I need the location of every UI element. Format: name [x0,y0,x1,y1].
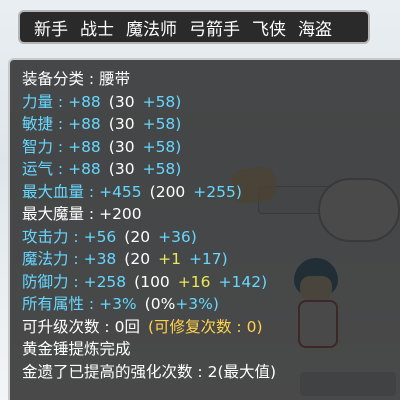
tab-warrior[interactable]: 战士 [80,15,114,40]
stat-name: 智力 : [22,137,69,156]
stat-total: +455 [99,182,142,201]
stat-star-bonus: +16 [177,272,211,291]
stat-bonus: +36) [158,227,197,246]
stat-name: 敏捷 : [22,115,69,133]
tab-magician[interactable]: 魔法师 [126,15,177,40]
stat-total: +88 [68,115,101,133]
stat-row-max-hp: 最大血量 : +455 (200 +255) [22,181,400,204]
tab-archer[interactable]: 弓箭手 [189,15,240,40]
stat-name: 所有属性 : [22,295,100,313]
repair-note: (可修复次数 : 0) [147,317,263,336]
stat-base: (30 [108,92,135,111]
category-row: 装备分类 : 腰带 [22,68,400,91]
stat-name: 最大血量 : [22,182,100,201]
stat-base: (0% [144,295,176,313]
hammer-row: 黄金锤提炼完成 [22,338,400,361]
stat-row-dex: 敏捷 : +88 (30 +58) [22,113,400,136]
stat-total: +258 [83,272,127,291]
stat-name: 运气 : [22,160,69,178]
tab-beginner[interactable]: 新手 [34,15,68,40]
stat-row-all-stats: 所有属性 : +3% (0%+3%) [22,293,400,316]
stat-name: 防御力 : [22,272,84,291]
enhance-row: 金遗了已提高的强化次数 : 2(最大值) [22,361,400,384]
stat-total: +88 [68,160,101,178]
stat-row-max-mp: 最大魔量 : +200 [22,203,400,226]
category-value: 腰带 [99,70,131,88]
enhance-note: 金遗了已提高的强化次数 : 2(最大值) [22,362,277,381]
stat-name: 最大魔量 : [22,205,100,223]
stat-bonus: +255) [193,182,242,201]
stat-row-luk: 运气 : +88 (30 +58) [22,158,400,181]
stat-base: (20 [124,250,151,268]
stat-bonus: +58) [142,115,182,133]
stat-base: (20 [124,227,151,246]
upgrade-label: 可升级次数 : [22,317,115,336]
stat-base: (30 [108,115,135,133]
stat-row-attack: 攻击力 : +56 (20 +36) [22,226,400,249]
stat-star-bonus: +1 [158,250,181,268]
stat-bonus: +142) [218,272,268,291]
upgrade-value: 0回 [114,317,140,336]
stat-bonus: +58) [142,92,182,111]
stat-bonus: +17) [188,250,228,268]
stat-row-magic: 魔法力 : +38 (20 +1 +17) [22,248,400,271]
stat-total: +88 [68,92,101,111]
stat-bonus: +58) [142,160,182,178]
stat-base: (200 [149,182,186,201]
stat-row-defense: 防御力 : +258 (100 +16 +142) [22,271,400,294]
stat-base: (100 [134,272,170,291]
stat-bonus: +58) [142,137,182,156]
stat-bonus: +3%) [175,295,219,313]
job-tab-bar: 新手 战士 魔法师 弓箭手 飞侠 海盗 [18,10,370,44]
tab-pirate[interactable]: 海盗 [298,15,332,40]
upgrade-row: 可升级次数 : 0回 (可修复次数 : 0) [22,316,400,339]
stat-row-int: 智力 : +88 (30 +58) [22,136,400,159]
stat-base: (30 [108,160,135,178]
hammer-note: 黄金锤提炼完成 [22,340,131,358]
stat-name: 攻击力 : [22,227,84,246]
stat-base: (30 [108,137,135,156]
tab-thief[interactable]: 飞侠 [252,15,286,40]
stat-total: +38 [83,250,117,268]
stat-name: 魔法力 : [22,250,84,268]
category-label: 装备分类 : [22,70,100,88]
stat-total: +200 [99,205,142,223]
stat-total: +3% [99,295,137,313]
stat-total: +56 [83,227,117,246]
stat-name: 力量 : [22,92,69,111]
stat-total: +88 [68,137,101,156]
item-tooltip: 装备分类 : 腰带 力量 : +88 (30 +58) 敏捷 : +88 (30 +58… [8,58,400,400]
stat-row-str: 力量 : +88 (30 +58) [22,91,400,114]
